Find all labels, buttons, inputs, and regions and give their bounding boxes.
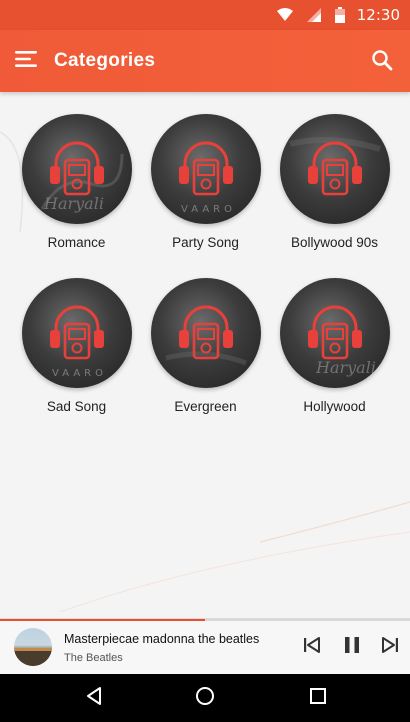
recents-button[interactable] xyxy=(306,686,330,710)
skip-next-icon xyxy=(381,636,399,659)
category-image: Haryali xyxy=(21,114,132,224)
signal-icon xyxy=(306,8,321,22)
headphones-music-icon xyxy=(49,141,104,196)
home-icon xyxy=(195,686,215,711)
skip-previous-icon xyxy=(303,636,321,659)
category-party-song[interactable]: VAARO Party Song xyxy=(141,114,270,268)
system-nav-bar xyxy=(0,674,410,722)
search-icon xyxy=(371,49,393,76)
next-button[interactable] xyxy=(378,635,402,659)
category-image: VAARO xyxy=(150,114,261,224)
pause-icon xyxy=(344,636,360,659)
category-image: Haryali xyxy=(279,278,390,388)
album-art xyxy=(14,628,52,666)
recents-icon xyxy=(309,687,327,710)
category-sad-song[interactable]: VAARO Sad Song xyxy=(12,278,141,432)
category-label: Evergreen xyxy=(174,399,237,414)
status-bar: 12:30 xyxy=(0,0,410,30)
headphones-music-icon xyxy=(307,141,362,196)
search-button[interactable] xyxy=(364,44,400,80)
page-title: Categories xyxy=(54,50,156,71)
battery-icon xyxy=(334,7,345,23)
category-hollywood[interactable]: Haryali Hollywood xyxy=(270,278,399,432)
category-image xyxy=(150,278,261,388)
app-bar: Categories xyxy=(0,30,410,92)
pause-button[interactable] xyxy=(340,635,364,659)
headphones-music-icon xyxy=(49,305,104,360)
categories-content: Haryali Romance VAARO Party Song Bollywo… xyxy=(0,92,410,618)
category-bollywood-90s[interactable]: Bollywood 90s xyxy=(270,114,399,268)
playback-progress[interactable] xyxy=(0,619,410,621)
menu-button[interactable] xyxy=(0,30,52,92)
mini-player[interactable]: Masterpiecae madonna the beatles The Bea… xyxy=(0,618,410,674)
category-label: Bollywood 90s xyxy=(290,235,379,250)
back-button[interactable] xyxy=(82,686,106,710)
back-icon xyxy=(84,686,104,711)
track-artist: The Beatles xyxy=(64,652,123,664)
category-grid: Haryali Romance VAARO Party Song Bollywo… xyxy=(0,114,410,432)
category-label: Sad Song xyxy=(46,399,107,414)
previous-button[interactable] xyxy=(300,635,324,659)
headphones-music-icon xyxy=(178,141,233,196)
wifi-icon xyxy=(276,8,293,22)
category-image: VAARO xyxy=(21,278,132,388)
category-label: Romance xyxy=(47,235,106,250)
category-romance[interactable]: Haryali Romance xyxy=(12,114,141,268)
home-button[interactable] xyxy=(193,686,217,710)
headphones-music-icon xyxy=(178,305,233,360)
category-label: Hollywood xyxy=(303,399,366,414)
track-title: Masterpiecae madonna the beatles xyxy=(64,632,260,646)
clock: 12:30 xyxy=(356,6,400,24)
category-evergreen[interactable]: Evergreen xyxy=(141,278,270,432)
category-label: Party Song xyxy=(172,235,239,250)
menu-icon xyxy=(15,50,37,72)
category-image xyxy=(279,114,390,224)
playback-progress-fill xyxy=(0,619,205,621)
headphones-music-icon xyxy=(307,305,362,360)
